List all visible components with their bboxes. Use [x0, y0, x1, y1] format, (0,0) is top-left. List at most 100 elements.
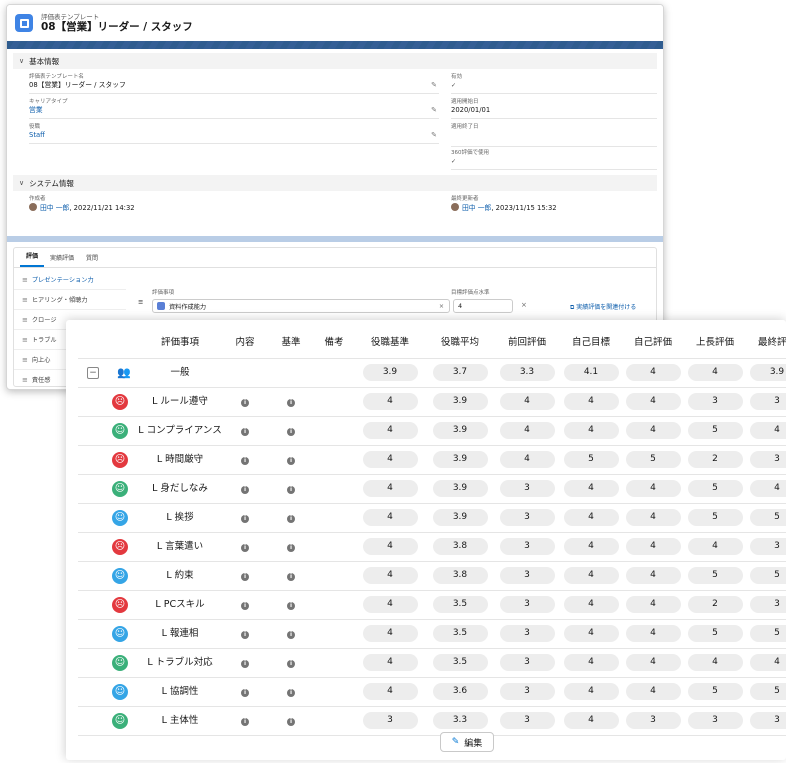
field-label: 有効 — [451, 74, 463, 80]
green-face-icon: ☺ — [112, 654, 128, 671]
value-pill: 4 — [362, 596, 418, 613]
chevron-down-icon: ∨ — [19, 179, 25, 187]
field-use-360: 360評価で使用 ✓ — [451, 149, 657, 170]
value-pill: 3 — [499, 683, 555, 700]
drag-handle-icon[interactable]: ≡ — [22, 296, 28, 304]
value-pill: 5 — [625, 451, 681, 468]
table-row: ☺ L 約束 i i 4 3.8 3 4 4 5 5 — [78, 561, 786, 591]
info-icon[interactable]: i — [287, 428, 295, 436]
value-pill: 4 — [563, 567, 619, 584]
drag-handle-icon[interactable]: ≡ — [22, 336, 28, 344]
info-icon[interactable]: i — [287, 660, 295, 668]
system-info-heading: システム情報 — [29, 178, 74, 188]
pencil-icon[interactable]: ✎ — [431, 106, 437, 114]
remove-icon[interactable]: × — [521, 301, 527, 309]
chevron-down-icon: ∨ — [19, 57, 25, 65]
tab-questions[interactable]: 質問 — [80, 253, 104, 267]
info-icon[interactable]: i — [287, 486, 295, 494]
table-row: ☺ L 身だしなみ i i 4 3.9 3 4 4 5 4 — [78, 474, 786, 504]
link-performance-button[interactable]: ⧉ 実績評価を関連付ける — [570, 302, 636, 312]
clear-icon[interactable]: × — [439, 303, 444, 310]
item-name: L 協調性 — [138, 677, 222, 707]
drag-handle-icon[interactable]: ≡ — [22, 376, 28, 384]
table-row: ☹ L 時間厳守 i i 4 3.9 4 5 5 2 3 — [78, 445, 786, 475]
column-header: 最終評価 — [746, 324, 786, 359]
value-pill: 2 — [687, 451, 743, 468]
info-icon[interactable]: i — [241, 631, 249, 639]
career-type-link[interactable]: 営業 — [29, 106, 439, 115]
modified-by-link[interactable]: 田中 一郎 — [462, 204, 491, 212]
value-pill: 4 — [625, 480, 681, 497]
info-icon[interactable]: i — [241, 573, 249, 581]
value-pill: 3 — [749, 538, 786, 555]
value-pill: 4 — [625, 509, 681, 526]
info-icon[interactable]: i — [241, 718, 249, 726]
info-icon[interactable]: i — [287, 399, 295, 407]
table-row: ☺ L コンプライアンス i i 4 3.9 4 4 4 5 4 — [78, 416, 786, 446]
info-icon[interactable]: i — [241, 660, 249, 668]
info-icon[interactable]: i — [287, 544, 295, 552]
value-pill: 3.3 — [432, 712, 488, 729]
info-icon[interactable]: i — [287, 631, 295, 639]
avatar — [451, 203, 459, 211]
value-pill: 4 — [362, 480, 418, 497]
info-icon[interactable]: i — [287, 602, 295, 610]
info-icon[interactable]: i — [241, 457, 249, 465]
info-icon[interactable]: i — [241, 515, 249, 523]
info-icon[interactable]: i — [287, 573, 295, 581]
value-pill: 4 — [563, 683, 619, 700]
value-pill: 4 — [625, 422, 681, 439]
list-item[interactable]: ≡ ヒアリング・傾聴力 — [14, 290, 126, 310]
table-row: ☺ L 主体性 i i 3 3.3 3 4 3 3 3 — [78, 706, 786, 736]
info-icon[interactable]: i — [287, 457, 295, 465]
eval-item-lookup[interactable]: 資料作成能力 × — [152, 299, 450, 313]
value-pill: 4 — [563, 393, 619, 410]
value-pill: 3.9 — [432, 422, 488, 439]
red-face-icon: ☹ — [112, 538, 128, 555]
info-icon[interactable]: i — [287, 718, 295, 726]
field-label: キャリアタイプ — [29, 99, 68, 105]
created-by-link[interactable]: 田中 一郎 — [40, 204, 69, 212]
field-label: 役職 — [29, 124, 41, 130]
value-pill: 5 — [749, 683, 786, 700]
field-value: 2020/01/01 — [451, 106, 491, 114]
blue-face-icon: ☺ — [112, 567, 128, 584]
drag-handle-icon[interactable]: ≡ — [138, 298, 143, 306]
value-pill: 4 — [625, 625, 681, 642]
edit-button[interactable]: ✎ 編集 — [440, 732, 494, 752]
value-pill: 4 — [563, 654, 619, 671]
info-icon[interactable]: i — [241, 689, 249, 697]
value-pill: 4 — [362, 654, 418, 671]
value-pill: 3 — [749, 712, 786, 729]
info-icon[interactable]: i — [241, 544, 249, 552]
value-pill: 3.5 — [432, 596, 488, 613]
tab-evaluation[interactable]: 評価 — [20, 251, 45, 267]
info-icon[interactable]: i — [287, 689, 295, 697]
drag-handle-icon[interactable]: ≡ — [22, 316, 28, 324]
info-icon[interactable]: i — [287, 515, 295, 523]
basic-info-section-header[interactable]: ∨ 基本情報 — [13, 53, 657, 69]
value-pill: 3 — [749, 451, 786, 468]
tab-performance[interactable]: 実績評価 — [44, 253, 80, 267]
collapse-toggle[interactable]: − — [87, 366, 99, 379]
list-item[interactable]: ≡ プレゼンテーション力 — [14, 270, 126, 290]
info-icon[interactable]: i — [241, 399, 249, 407]
value-pill: 5 — [749, 567, 786, 584]
role-link[interactable]: Staff — [29, 131, 439, 140]
table-row: ☹ L PCスキル i i 4 3.5 3 4 4 2 3 — [78, 590, 786, 620]
info-icon[interactable]: i — [241, 428, 249, 436]
drag-handle-icon[interactable]: ≡ — [22, 276, 28, 284]
value-pill: 3.9 — [432, 480, 488, 497]
system-info-section-header[interactable]: ∨ システム情報 — [13, 175, 657, 191]
value-pill: 3 — [499, 538, 555, 555]
column-header: 自己目標 — [560, 324, 622, 359]
info-icon[interactable]: i — [241, 486, 249, 494]
pencil-icon[interactable]: ✎ — [431, 131, 437, 139]
pencil-icon[interactable]: ✎ — [431, 81, 437, 89]
info-icon[interactable]: i — [241, 602, 249, 610]
field-start-date: 適用開始日 2020/01/01 — [451, 98, 657, 119]
blue-face-icon: ☺ — [112, 625, 128, 642]
drag-handle-icon[interactable]: ≡ — [22, 356, 28, 364]
target-level-input[interactable]: 4 — [453, 299, 513, 313]
value-pill: 4.1 — [563, 364, 619, 381]
